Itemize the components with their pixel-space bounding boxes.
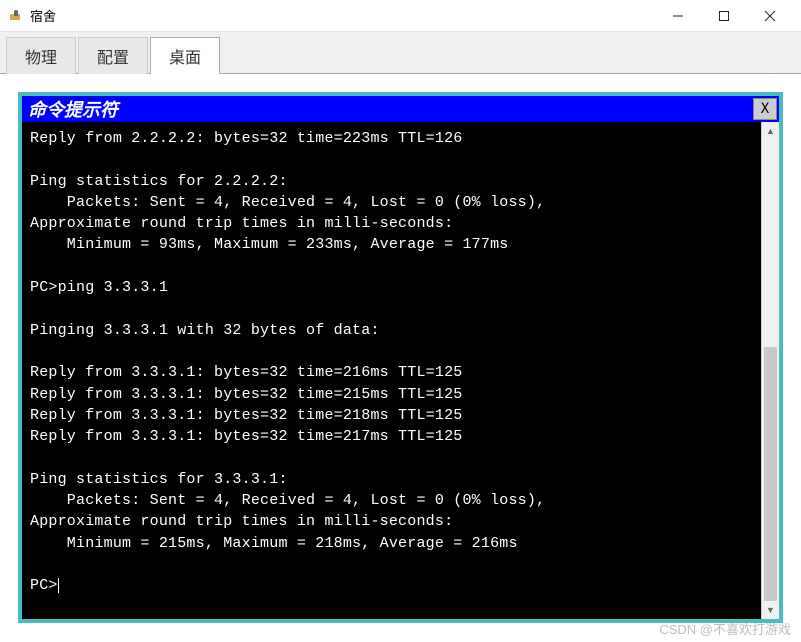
terminal-scrollbar[interactable]: ▲ ▼ (761, 122, 779, 619)
terminal-title: 命令提示符 (28, 96, 118, 122)
window-titlebar: 宿舍 (0, 0, 801, 32)
content-area: 命令提示符 X Reply from 2.2.2.2: bytes=32 tim… (0, 73, 801, 641)
watermark: CSDN @不喜欢打游戏 (659, 619, 791, 638)
app-icon (8, 8, 24, 24)
terminal-output[interactable]: Reply from 2.2.2.2: bytes=32 time=223ms … (22, 122, 761, 619)
minimize-button[interactable] (655, 1, 701, 31)
window-controls (655, 1, 793, 31)
terminal-window: 命令提示符 X Reply from 2.2.2.2: bytes=32 tim… (18, 92, 783, 623)
tab-physical[interactable]: 物理 (6, 37, 76, 74)
maximize-button[interactable] (701, 1, 747, 31)
terminal-prompt: PC> (30, 577, 58, 594)
close-icon (764, 10, 776, 22)
terminal-titlebar: 命令提示符 X (22, 96, 779, 122)
tab-config[interactable]: 配置 (78, 37, 148, 74)
scroll-track[interactable] (762, 140, 779, 601)
scroll-up-button[interactable]: ▲ (762, 122, 779, 140)
terminal-close-button[interactable]: X (753, 98, 777, 120)
minimize-icon (672, 10, 684, 22)
terminal-body-wrap: Reply from 2.2.2.2: bytes=32 time=223ms … (22, 122, 779, 619)
maximize-icon (718, 10, 730, 22)
tab-desktop[interactable]: 桌面 (150, 37, 220, 74)
scroll-down-button[interactable]: ▼ (762, 601, 779, 619)
scroll-thumb[interactable] (764, 347, 777, 601)
window-title: 宿舍 (30, 6, 655, 25)
terminal-cursor (58, 578, 59, 593)
tab-bar: 物理 配置 桌面 (0, 32, 801, 73)
close-button[interactable] (747, 1, 793, 31)
